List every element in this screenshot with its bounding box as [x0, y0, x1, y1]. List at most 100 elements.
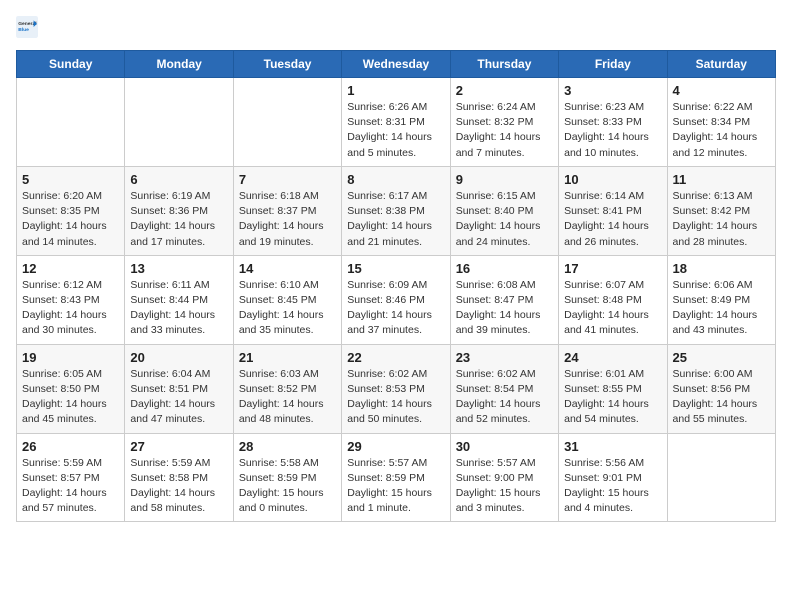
- day-info: Sunrise: 5:56 AM Sunset: 9:01 PM Dayligh…: [564, 456, 661, 517]
- calendar-cell: 18Sunrise: 6:06 AM Sunset: 8:49 PM Dayli…: [667, 255, 775, 344]
- day-info: Sunrise: 6:15 AM Sunset: 8:40 PM Dayligh…: [456, 189, 553, 250]
- day-info: Sunrise: 6:14 AM Sunset: 8:41 PM Dayligh…: [564, 189, 661, 250]
- calendar-cell: 6Sunrise: 6:19 AM Sunset: 8:36 PM Daylig…: [125, 166, 233, 255]
- day-info: Sunrise: 6:26 AM Sunset: 8:31 PM Dayligh…: [347, 100, 444, 161]
- calendar-cell: 1 Sunrise: 6:26 AM Sunset: 8:31 PM Daylig…: [342, 78, 450, 167]
- day-number: 3: [564, 83, 661, 98]
- day-info: Sunrise: 6:11 AM Sunset: 8:44 PM Dayligh…: [130, 278, 227, 339]
- weekday-header-wednesday: Wednesday: [342, 51, 450, 78]
- calendar-cell: 3 Sunrise: 6:23 AM Sunset: 8:33 PM Daylig…: [559, 78, 667, 167]
- day-number: 22: [347, 350, 444, 365]
- day-info: Sunrise: 6:08 AM Sunset: 8:47 PM Dayligh…: [456, 278, 553, 339]
- day-number: 10: [564, 172, 661, 187]
- day-info: Sunrise: 6:17 AM Sunset: 8:38 PM Dayligh…: [347, 189, 444, 250]
- day-number: 1: [347, 83, 444, 98]
- calendar-cell: [667, 433, 775, 522]
- calendar-cell: 29 Sunrise: 5:57 AM Sunset: 8:59 PM Dayli…: [342, 433, 450, 522]
- calendar-cell: 25 Sunrise: 6:00 AM Sunset: 8:56 PM Dayli…: [667, 344, 775, 433]
- calendar-cell: 7Sunrise: 6:18 AM Sunset: 8:37 PM Daylig…: [233, 166, 341, 255]
- day-info: Sunrise: 6:03 AM Sunset: 8:52 PM Dayligh…: [239, 367, 336, 428]
- week-row-1: 1 Sunrise: 6:26 AM Sunset: 8:31 PM Daylig…: [17, 78, 776, 167]
- day-number: 25: [673, 350, 770, 365]
- calendar-cell: 24 Sunrise: 6:01 AM Sunset: 8:55 PM Dayli…: [559, 344, 667, 433]
- day-info: Sunrise: 6:19 AM Sunset: 8:36 PM Dayligh…: [130, 189, 227, 250]
- day-info: Sunrise: 6:01 AM Sunset: 8:55 PM Dayligh…: [564, 367, 661, 428]
- day-number: 14: [239, 261, 336, 276]
- calendar-cell: 10 Sunrise: 6:14 AM Sunset: 8:41 PM Dayli…: [559, 166, 667, 255]
- weekday-header-tuesday: Tuesday: [233, 51, 341, 78]
- day-info: Sunrise: 5:59 AM Sunset: 8:58 PM Dayligh…: [130, 456, 227, 517]
- week-row-3: 12Sunrise: 6:12 AM Sunset: 8:43 PM Dayli…: [17, 255, 776, 344]
- calendar-cell: 30 Sunrise: 5:57 AM Sunset: 9:00 PM Dayli…: [450, 433, 558, 522]
- day-number: 31: [564, 439, 661, 454]
- calendar-cell: 17Sunrise: 6:07 AM Sunset: 8:48 PM Dayli…: [559, 255, 667, 344]
- calendar-cell: 21 Sunrise: 6:03 AM Sunset: 8:52 PM Dayli…: [233, 344, 341, 433]
- calendar-cell: 5 Sunrise: 6:20 AM Sunset: 8:35 PM Daylig…: [17, 166, 125, 255]
- day-info: Sunrise: 6:13 AM Sunset: 8:42 PM Dayligh…: [673, 189, 770, 250]
- day-number: 29: [347, 439, 444, 454]
- day-info: Sunrise: 6:07 AM Sunset: 8:48 PM Dayligh…: [564, 278, 661, 339]
- day-number: 21: [239, 350, 336, 365]
- day-info: Sunrise: 6:22 AM Sunset: 8:34 PM Dayligh…: [673, 100, 770, 161]
- calendar-cell: 19 Sunrise: 6:05 AM Sunset: 8:50 PM Dayli…: [17, 344, 125, 433]
- day-info: Sunrise: 6:00 AM Sunset: 8:56 PM Dayligh…: [673, 367, 770, 428]
- calendar-cell: 11Sunrise: 6:13 AM Sunset: 8:42 PM Dayli…: [667, 166, 775, 255]
- day-number: 13: [130, 261, 227, 276]
- day-info: Sunrise: 6:04 AM Sunset: 8:51 PM Dayligh…: [130, 367, 227, 428]
- day-info: Sunrise: 6:05 AM Sunset: 8:50 PM Dayligh…: [22, 367, 119, 428]
- day-number: 4: [673, 83, 770, 98]
- calendar-cell: 4 Sunrise: 6:22 AM Sunset: 8:34 PM Daylig…: [667, 78, 775, 167]
- calendar-cell: [233, 78, 341, 167]
- weekday-header-monday: Monday: [125, 51, 233, 78]
- day-number: 18: [673, 261, 770, 276]
- day-info: Sunrise: 6:12 AM Sunset: 8:43 PM Dayligh…: [22, 278, 119, 339]
- weekday-header-thursday: Thursday: [450, 51, 558, 78]
- calendar-cell: 14 Sunrise: 6:10 AM Sunset: 8:45 PM Dayli…: [233, 255, 341, 344]
- calendar-cell: 31 Sunrise: 5:56 AM Sunset: 9:01 PM Dayli…: [559, 433, 667, 522]
- calendar-cell: 9Sunrise: 6:15 AM Sunset: 8:40 PM Daylig…: [450, 166, 558, 255]
- day-info: Sunrise: 5:58 AM Sunset: 8:59 PM Dayligh…: [239, 456, 336, 517]
- day-number: 20: [130, 350, 227, 365]
- calendar-cell: [125, 78, 233, 167]
- calendar-cell: 13 Sunrise: 6:11 AM Sunset: 8:44 PM Dayli…: [125, 255, 233, 344]
- calendar-cell: 12Sunrise: 6:12 AM Sunset: 8:43 PM Dayli…: [17, 255, 125, 344]
- calendar-cell: 28Sunrise: 5:58 AM Sunset: 8:59 PM Dayli…: [233, 433, 341, 522]
- day-info: Sunrise: 5:57 AM Sunset: 8:59 PM Dayligh…: [347, 456, 444, 517]
- day-info: Sunrise: 6:02 AM Sunset: 8:54 PM Dayligh…: [456, 367, 553, 428]
- day-info: Sunrise: 6:09 AM Sunset: 8:46 PM Dayligh…: [347, 278, 444, 339]
- day-info: Sunrise: 6:02 AM Sunset: 8:53 PM Dayligh…: [347, 367, 444, 428]
- day-number: 5: [22, 172, 119, 187]
- day-number: 30: [456, 439, 553, 454]
- weekday-header-friday: Friday: [559, 51, 667, 78]
- calendar-cell: 8 Sunrise: 6:17 AM Sunset: 8:38 PM Daylig…: [342, 166, 450, 255]
- calendar-cell: 16 Sunrise: 6:08 AM Sunset: 8:47 PM Dayli…: [450, 255, 558, 344]
- day-info: Sunrise: 5:57 AM Sunset: 9:00 PM Dayligh…: [456, 456, 553, 517]
- calendar-cell: 15 Sunrise: 6:09 AM Sunset: 8:46 PM Dayli…: [342, 255, 450, 344]
- day-info: Sunrise: 6:10 AM Sunset: 8:45 PM Dayligh…: [239, 278, 336, 339]
- week-row-4: 19 Sunrise: 6:05 AM Sunset: 8:50 PM Dayli…: [17, 344, 776, 433]
- calendar-cell: 23 Sunrise: 6:02 AM Sunset: 8:54 PM Dayli…: [450, 344, 558, 433]
- calendar-cell: 27 Sunrise: 5:59 AM Sunset: 8:58 PM Dayli…: [125, 433, 233, 522]
- week-row-5: 26 Sunrise: 5:59 AM Sunset: 8:57 PM Dayli…: [17, 433, 776, 522]
- day-number: 8: [347, 172, 444, 187]
- day-number: 19: [22, 350, 119, 365]
- day-info: Sunrise: 6:24 AM Sunset: 8:32 PM Dayligh…: [456, 100, 553, 161]
- day-info: Sunrise: 5:59 AM Sunset: 8:57 PM Dayligh…: [22, 456, 119, 517]
- day-number: 23: [456, 350, 553, 365]
- calendar: SundayMondayTuesdayWednesdayThursdayFrid…: [16, 50, 776, 522]
- week-row-2: 5 Sunrise: 6:20 AM Sunset: 8:35 PM Daylig…: [17, 166, 776, 255]
- logo-icon: General Blue: [16, 16, 38, 38]
- calendar-cell: 26 Sunrise: 5:59 AM Sunset: 8:57 PM Dayli…: [17, 433, 125, 522]
- weekday-header-row: SundayMondayTuesdayWednesdayThursdayFrid…: [17, 51, 776, 78]
- day-number: 2: [456, 83, 553, 98]
- day-number: 26: [22, 439, 119, 454]
- day-number: 24: [564, 350, 661, 365]
- day-number: 27: [130, 439, 227, 454]
- day-info: Sunrise: 6:20 AM Sunset: 8:35 PM Dayligh…: [22, 189, 119, 250]
- logo: General Blue: [16, 16, 38, 38]
- calendar-cell: 20 Sunrise: 6:04 AM Sunset: 8:51 PM Dayli…: [125, 344, 233, 433]
- day-info: Sunrise: 6:18 AM Sunset: 8:37 PM Dayligh…: [239, 189, 336, 250]
- day-info: Sunrise: 6:23 AM Sunset: 8:33 PM Dayligh…: [564, 100, 661, 161]
- day-number: 16: [456, 261, 553, 276]
- day-number: 15: [347, 261, 444, 276]
